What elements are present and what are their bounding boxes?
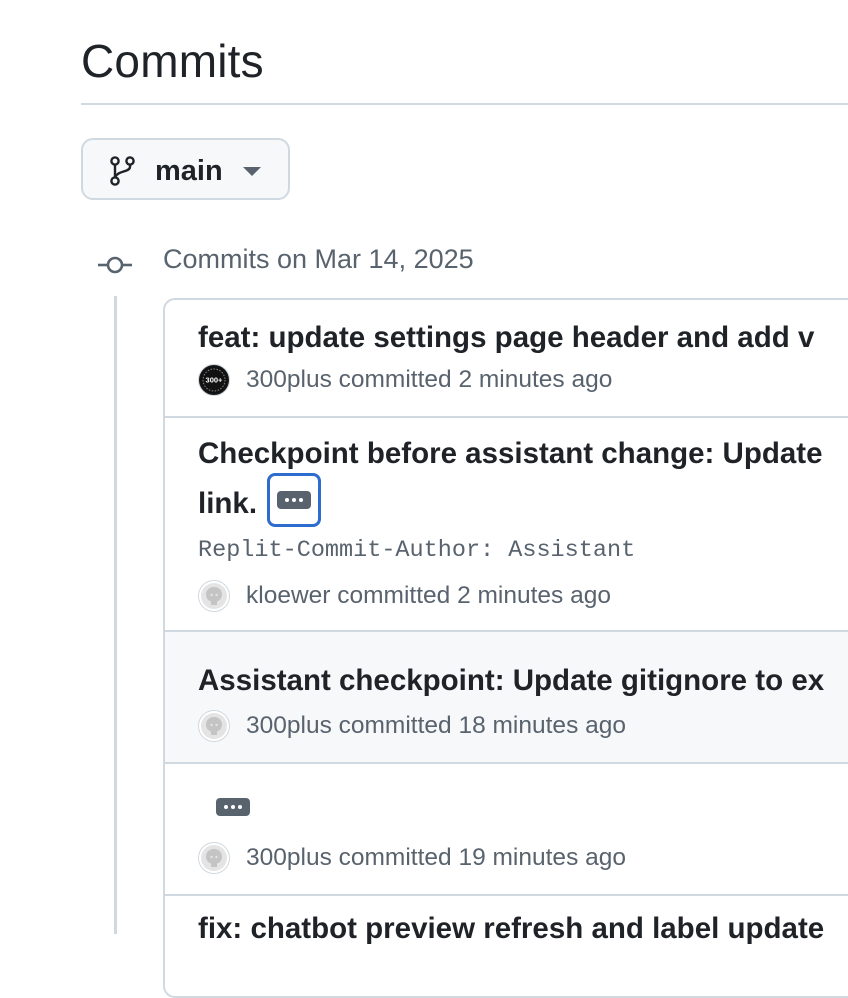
github-octocat-icon — [201, 713, 227, 739]
ellipsis-icon — [277, 491, 311, 509]
author-avatar[interactable] — [198, 580, 230, 612]
commit-author-link[interactable]: 300plus — [246, 712, 332, 739]
expand-commit-message-button[interactable] — [206, 780, 260, 834]
timeline-line — [114, 296, 117, 934]
ellipsis-icon — [216, 798, 250, 816]
commit-meta: 300+ 300plus committed 2 minutes ago — [198, 362, 612, 398]
commit-action: committed — [338, 844, 452, 871]
author-avatar[interactable]: 300+ — [198, 364, 230, 396]
commit-action: committed — [337, 582, 451, 609]
commit-meta-text: 300plus committed 18 minutes ago — [246, 712, 626, 740]
commit-author-link[interactable]: kloewer — [246, 582, 330, 609]
commit-meta: 300plus committed 18 minutes ago — [198, 708, 626, 744]
title-divider — [81, 103, 848, 105]
commit-group-date: Commits on Mar 14, 2025 — [163, 244, 474, 274]
branch-selector-button[interactable]: main — [81, 138, 290, 200]
git-commit-icon — [98, 256, 132, 274]
commit-row: fix: chatbot preview refresh and label u… — [165, 894, 848, 996]
commit-title-link[interactable]: Assistant checkpoint: Update gitignore t… — [198, 664, 824, 698]
author-avatar[interactable] — [198, 710, 230, 742]
commit-action: committed — [338, 712, 452, 739]
commit-row: Checkpoint before assistant change: Upda… — [165, 416, 848, 632]
commit-time: 2 minutes ago — [457, 582, 611, 609]
commit-author-link[interactable]: 300plus — [246, 844, 332, 871]
commit-time: 18 minutes ago — [458, 712, 626, 739]
commit-title-link-continued[interactable]: link. — [198, 487, 257, 521]
commit-meta-text: 300plus committed 19 minutes ago — [246, 844, 626, 872]
commit-row: Assistant checkpoint: Update gitignore t… — [165, 630, 848, 764]
commit-time: 2 minutes ago — [458, 366, 613, 393]
commit-action: committed — [338, 366, 452, 393]
github-octocat-icon — [201, 845, 227, 871]
commit-list: feat: update settings page header and ad… — [163, 298, 848, 998]
svg-text:300+: 300+ — [206, 376, 224, 385]
commit-title-link[interactable]: Checkpoint before assistant change: Upda… — [198, 437, 823, 471]
commit-meta-text: kloewer committed 2 minutes ago — [246, 582, 611, 610]
commit-row: feat: update settings page header and ad… — [165, 300, 848, 416]
300plus-logo-icon: 300+ — [200, 366, 228, 394]
commit-title-link[interactable]: fix: chatbot preview refresh and label u… — [198, 912, 824, 946]
author-avatar[interactable] — [198, 842, 230, 874]
commit-title-link[interactable]: feat: update settings page header and ad… — [198, 321, 814, 355]
commit-message-body: Replit-Commit-Author: Assistant — [198, 537, 636, 564]
branch-name: main — [155, 155, 223, 187]
git-branch-icon — [110, 156, 135, 186]
commit-meta: kloewer committed 2 minutes ago — [198, 578, 611, 614]
commit-row: 300plus committed 19 minutes ago — [165, 762, 848, 896]
commit-author-link[interactable]: 300plus — [246, 366, 332, 393]
commit-meta-text: 300plus committed 2 minutes ago — [246, 366, 612, 394]
caret-down-icon — [243, 167, 261, 176]
expand-commit-message-button[interactable] — [267, 473, 321, 527]
commit-time: 19 minutes ago — [458, 844, 626, 871]
page-title: Commits — [81, 35, 264, 87]
commit-meta: 300plus committed 19 minutes ago — [198, 840, 626, 876]
github-octocat-icon — [201, 583, 227, 609]
